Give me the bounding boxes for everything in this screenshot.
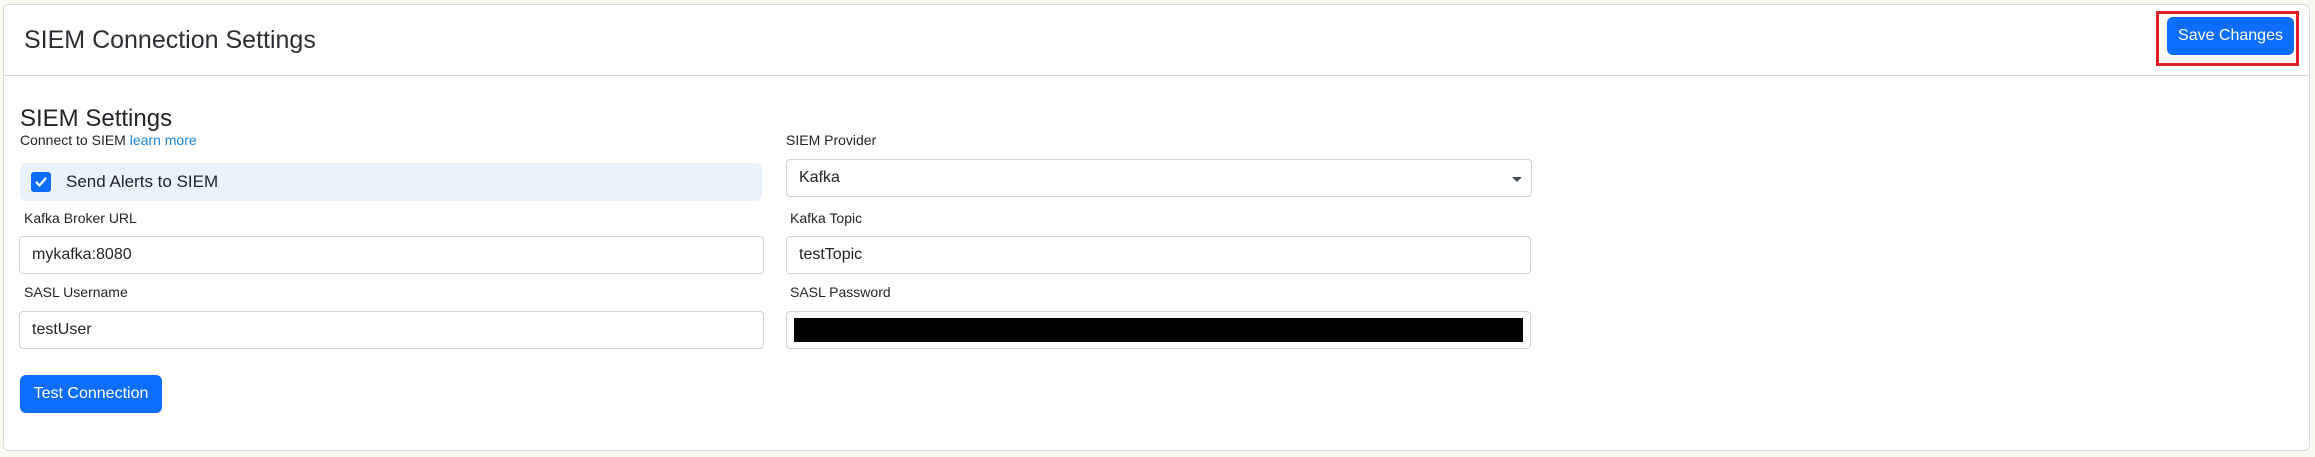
page-title: SIEM Connection Settings xyxy=(24,26,316,54)
sasl-password-label: SASL Password xyxy=(790,284,891,300)
send-alerts-checkbox-row[interactable]: Send Alerts to SIEM xyxy=(20,163,762,201)
test-connection-button[interactable]: Test Connection xyxy=(20,375,162,413)
siem-provider-label: SIEM Provider xyxy=(786,132,877,148)
send-alerts-checkbox[interactable] xyxy=(31,172,51,192)
sasl-password-input[interactable] xyxy=(786,311,1531,349)
siem-provider-select[interactable]: Kafka xyxy=(786,159,1532,197)
save-changes-button[interactable]: Save Changes xyxy=(2167,17,2294,55)
kafka-broker-url-input[interactable]: mykafka:8080 xyxy=(19,236,764,274)
redacted-password-mask xyxy=(794,318,1523,342)
connect-to-siem-text: Connect to SIEM learn more xyxy=(20,132,197,148)
sasl-username-input[interactable]: testUser xyxy=(19,311,764,349)
kafka-broker-url-value: mykafka:8080 xyxy=(32,246,132,263)
caret-down-icon xyxy=(1512,177,1522,182)
kafka-topic-input[interactable]: testTopic xyxy=(786,236,1531,274)
sasl-username-label: SASL Username xyxy=(24,284,128,300)
learn-more-link[interactable]: learn more xyxy=(130,132,197,148)
siem-provider-value: Kafka xyxy=(799,169,840,186)
send-alerts-label: Send Alerts to SIEM xyxy=(66,172,219,191)
section-title: SIEM Settings xyxy=(20,105,173,132)
siem-settings-card: SIEM Connection Settings Save Changes SI… xyxy=(3,4,2310,451)
kafka-topic-value: testTopic xyxy=(799,246,863,263)
kafka-topic-label: Kafka Topic xyxy=(790,210,863,226)
checkmark-icon xyxy=(35,177,47,187)
card-header: SIEM Connection Settings Save Changes xyxy=(4,5,2309,76)
kafka-broker-url-label: Kafka Broker URL xyxy=(24,210,137,226)
connect-to-siem-label: Connect to SIEM xyxy=(20,132,126,148)
sasl-username-value: testUser xyxy=(32,321,92,338)
